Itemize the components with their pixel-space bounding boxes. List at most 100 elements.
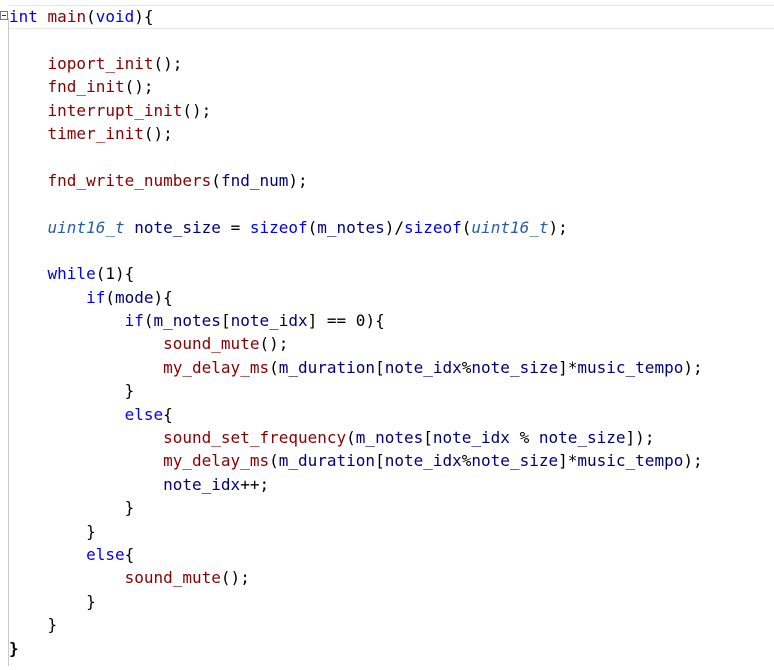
code-line[interactable]: } [9,520,703,543]
identifier-token: fnd_num [220,170,289,190]
type-token: uint16_t [471,217,549,237]
code-line[interactable] [9,145,703,168]
code-content[interactable]: int main(void){ ioport_init(); fnd_init(… [9,5,703,660]
identifier-token: note_idx [384,451,462,471]
code-line[interactable]: int main(void){ [9,5,703,28]
code-line[interactable]: else{ [9,543,703,566]
function-token: main [47,7,87,26]
punctuation-token: % [461,451,472,471]
code-line[interactable]: my_delay_ms(m_duration[note_idx%note_siz… [9,449,703,472]
punctuation-token: ); [683,357,703,377]
code-line[interactable]: fnd_write_numbers(fnd_num); [9,169,703,192]
keyword-token: if [86,287,106,307]
punctuation-token: ]* [558,357,578,377]
code-line[interactable] [9,28,703,51]
punctuation-token: } [9,521,96,541]
punctuation-token: [ [220,311,231,331]
punctuation-token: % [461,357,472,377]
identifier-token: note_size [471,451,559,471]
code-line[interactable]: sound_mute(); [9,566,703,589]
code-line[interactable]: } [9,496,703,519]
keyword-token: int [9,7,38,26]
punctuation-token: ( [143,311,154,331]
function-token: interrupt_init [47,100,183,120]
code-line[interactable]: ioport_init(); [9,52,703,75]
identifier-token: note_idx [230,311,308,331]
punctuation-token: [ [375,451,385,471]
identifier-token: note_idx [432,428,510,448]
punctuation-token: ( [269,451,279,471]
identifier-token: note_size [538,428,626,448]
identifier-token: mode [114,287,154,307]
identifier-token: note_idx [384,357,462,377]
punctuation-token: { [163,404,173,424]
code-line[interactable]: } [9,613,703,636]
code-line[interactable] [9,239,703,262]
code-line[interactable]: } [9,590,703,613]
function-token: timer_init [47,123,144,143]
punctuation-token: [ [375,357,385,377]
keyword-token: sizeof [403,217,462,237]
code-line[interactable]: timer_init(); [9,122,703,145]
punctuation-token: ] == 0){ [307,311,385,331]
identifier-token: m_duration [278,451,376,471]
code-line[interactable] [9,192,703,215]
identifier-token: m_notes [355,428,424,448]
punctuation-token: ]* [558,451,578,471]
identifier-token: note_size [134,217,221,237]
code-line[interactable]: } [9,379,703,402]
punctuation-token: ]); [625,428,655,448]
punctuation-token: % [509,428,539,448]
identifier-token: music_tempo [577,451,684,471]
code-line[interactable]: interrupt_init(); [9,99,703,122]
type-token: uint16_t [47,217,125,237]
function-token: ioport_init [47,53,154,73]
identifier-token: m_notes [153,311,221,331]
punctuation-token [9,545,86,564]
punctuation-token [9,54,48,73]
punctuation-token: ( [105,287,115,307]
punctuation-token: (); [153,53,183,73]
punctuation-token: ); [288,170,308,190]
code-line[interactable]: if(m_notes[note_idx] == 0){ [9,309,703,332]
identifier-token: note_size [471,357,559,377]
code-line[interactable]: while(1){ [9,262,703,285]
code-line[interactable]: fnd_init(); [9,75,703,98]
punctuation-token: ( [269,357,279,377]
punctuation-token [9,451,163,470]
punctuation-token: ++; [240,474,270,494]
code-editor[interactable]: int main(void){ ioport_init(); fnd_init(… [0,0,774,670]
punctuation-token: = [220,217,250,237]
punctuation-token [9,568,125,587]
code-line[interactable]: note_idx++; [9,473,703,496]
punctuation-token [9,101,48,120]
keyword-token: void [95,7,135,26]
code-line[interactable]: else{ [9,403,703,426]
collapse-icon[interactable] [0,11,8,20]
punctuation-token [9,358,163,377]
punctuation-token: ); [683,451,703,471]
code-line[interactable]: if(mode){ [9,286,703,309]
punctuation-token: (); [124,77,154,97]
function-token: my_delay_ms [163,451,270,471]
punctuation-token: (); [220,568,250,588]
punctuation-token: ( [307,217,318,237]
punctuation-token [9,405,125,424]
punctuation-token: } [9,615,58,635]
punctuation-token: (); [259,334,289,354]
punctuation-token: } [9,591,96,611]
keyword-token: if [124,311,144,331]
code-line[interactable]: my_delay_ms(m_duration[note_idx%note_siz… [9,356,703,379]
punctuation-token: [ [423,428,433,448]
punctuation-token: } [9,638,19,658]
code-line[interactable]: } [9,637,703,660]
punctuation-token: )/ [384,217,404,237]
identifier-token: note_idx [163,474,241,494]
punctuation-token [9,311,125,330]
punctuation-token [38,7,48,26]
code-line[interactable]: uint16_t note_size = sizeof(m_notes)/siz… [9,216,703,239]
punctuation-token: (1){ [95,264,135,284]
punctuation-token: ){ [153,287,173,307]
code-line[interactable]: sound_mute(); [9,332,703,355]
code-line[interactable]: sound_set_frequency(m_notes[note_idx % n… [9,426,703,449]
